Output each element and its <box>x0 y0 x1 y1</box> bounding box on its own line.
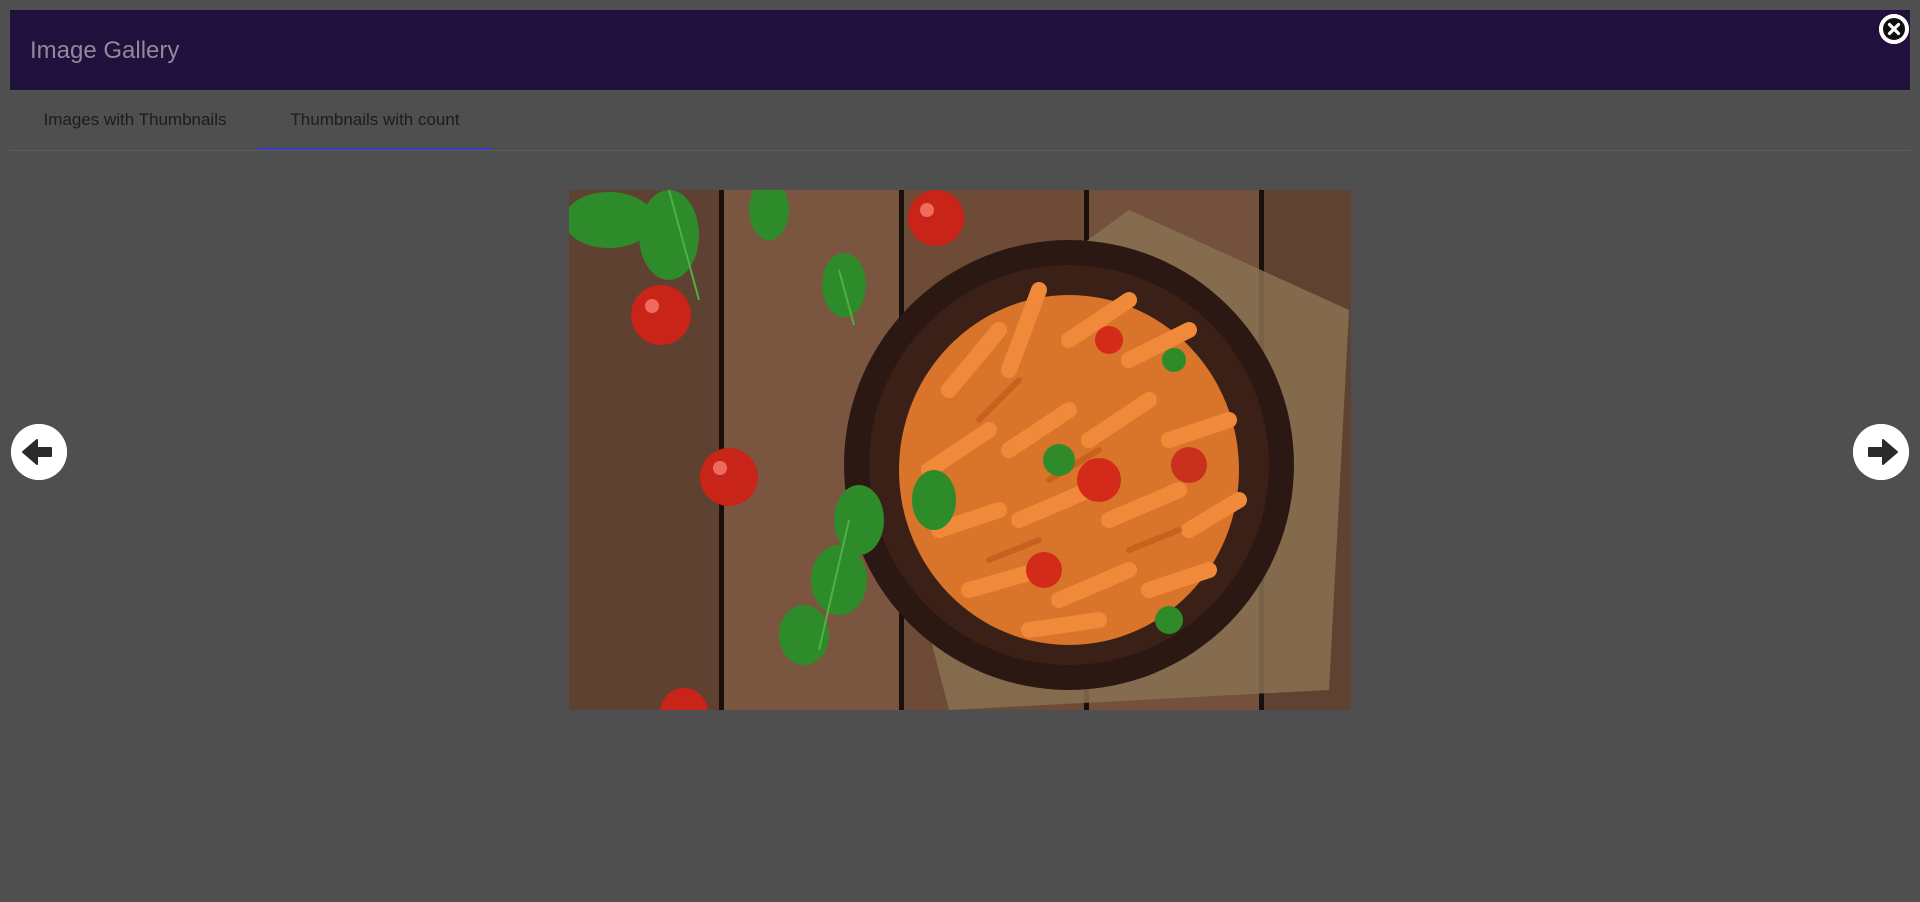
close-button[interactable] <box>1879 14 1909 44</box>
close-icon <box>1879 14 1909 44</box>
pasta-dish-image <box>569 190 1351 710</box>
arrow-left-icon <box>11 424 67 480</box>
next-image-button[interactable] <box>1853 424 1909 480</box>
gallery-title: Image Gallery <box>30 37 180 64</box>
arrow-right-icon <box>1853 424 1909 480</box>
gallery-main-image <box>569 190 1351 710</box>
tab-thumbnails-with-count[interactable]: Thumbnails with count <box>258 92 492 150</box>
tab-images-with-thumbnails[interactable]: Images with Thumbnails <box>30 92 240 148</box>
gallery-tabs: Images with Thumbnails Thumbnails with c… <box>10 92 1910 151</box>
gallery-header: Image Gallery <box>10 10 1910 90</box>
previous-image-button[interactable] <box>11 424 67 480</box>
